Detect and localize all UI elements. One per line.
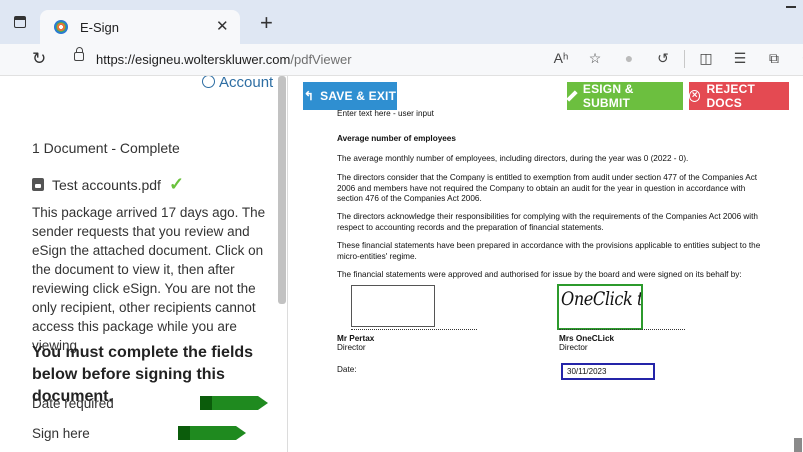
required-field-sign[interactable]: Sign here	[32, 426, 90, 441]
document-status: 1 Document - Complete	[32, 140, 180, 156]
reject-docs-button[interactable]: × REJECT DOCS	[689, 82, 789, 110]
sidebar-scrollbar[interactable]	[278, 76, 286, 304]
favorite-star-icon[interactable]: ☆	[578, 50, 612, 68]
split-screen-icon[interactable]: ◫	[689, 50, 723, 68]
favorites-icon[interactable]: ☰	[723, 50, 757, 68]
checkmark-icon: ✓	[168, 174, 185, 194]
flag-tip	[258, 396, 268, 410]
tab-title: E-Sign	[80, 20, 120, 35]
avg-employees-heading: Average number of employees	[337, 134, 456, 143]
save-exit-button[interactable]: ↰ SAVE & EXIT	[303, 82, 397, 110]
responsibility-paragraph: The directors acknowledge their responsi…	[337, 212, 758, 232]
minimize-window-icon[interactable]	[786, 6, 796, 8]
sign-here-flag-icon[interactable]	[178, 426, 248, 440]
esign-submit-button[interactable]: ESIGN & SUBMIT	[567, 82, 683, 110]
reject-docs-label: REJECT DOCS	[706, 82, 755, 110]
date-required-flag-icon[interactable]	[200, 396, 270, 410]
exemption-paragraph: The directors consider that the Company …	[337, 173, 758, 203]
field-label: Date required	[32, 396, 114, 411]
exit-arrow-icon: ↰	[303, 89, 315, 103]
account-label: Account	[219, 76, 274, 91]
tab-actions-icon[interactable]	[14, 16, 26, 28]
browser-tab-bar: E-Sign ✕ +	[0, 0, 803, 44]
account-link[interactable]: Account	[202, 76, 273, 91]
save-exit-label: SAVE & EXIT	[320, 89, 397, 103]
refresh-icon[interactable]: ↻	[32, 49, 46, 69]
new-tab-icon[interactable]: +	[260, 10, 273, 36]
package-info-text: This package arrived 17 days ago. The se…	[32, 205, 266, 353]
date-label: Date:	[337, 365, 357, 374]
signature-text: OneClick test	[561, 288, 643, 310]
pdf-file-icon	[32, 178, 44, 191]
document-file-link[interactable]: Test accounts.pdf ✓	[32, 174, 184, 195]
collections-icon[interactable]: ⧉	[757, 50, 791, 68]
required-field-date[interactable]: Date required	[32, 396, 114, 411]
field-label: Sign here	[32, 426, 90, 441]
flag-marker	[178, 426, 190, 440]
browser-tab[interactable]: E-Sign ✕	[40, 10, 240, 44]
toolbar-divider	[684, 50, 685, 68]
url-path: /pdfViewer	[290, 52, 352, 67]
package-sidebar: Account 1 Document - Complete Test accou…	[0, 76, 288, 452]
tab-close-icon[interactable]: ✕	[216, 17, 229, 35]
address-bar: ↻ https://esigneu.wolterskluwer.com/pdfV…	[0, 44, 803, 76]
signature-box-director2[interactable]: OneClick test	[557, 284, 643, 330]
copilot-icon[interactable]: ↺	[646, 50, 680, 68]
file-name: Test accounts.pdf	[52, 176, 161, 193]
viewer-scrollbar[interactable]	[794, 438, 802, 452]
browser-toolbar-icons: Aʰ ☆ ● ↺ ◫ ☰ ⧉ ⚇	[544, 50, 803, 68]
esign-submit-label: ESIGN & SUBMIT	[582, 82, 634, 110]
avg-employees-text: The average monthly number of employees,…	[337, 154, 689, 163]
lock-icon[interactable]	[74, 47, 84, 61]
extension-icon[interactable]: ●	[612, 50, 646, 68]
flag-tip	[236, 426, 246, 440]
url-field[interactable]: https://esigneu.wolterskluwer.com/pdfVie…	[96, 52, 352, 67]
signature-line	[351, 329, 477, 330]
esign-favicon-icon	[54, 20, 68, 34]
signature-box-director1[interactable]	[351, 285, 435, 327]
signature-line	[559, 329, 685, 330]
approval-paragraph: The financial statements were approved a…	[337, 270, 742, 279]
director2-role: Director	[559, 343, 588, 352]
flag-marker	[200, 396, 212, 410]
micro-entities-paragraph: These financial statements have been pre…	[337, 241, 761, 261]
pdf-viewer: ormation Enter text here - user input Av…	[289, 76, 803, 452]
url-host: https://esigneu.wolterskluwer.com	[96, 52, 291, 67]
pencil-icon	[567, 91, 577, 101]
read-aloud-icon[interactable]: Aʰ	[544, 50, 578, 68]
text-input-field[interactable]: Enter text here - user input	[337, 109, 767, 120]
person-icon	[202, 76, 215, 88]
profile-icon[interactable]: ⚇	[791, 50, 803, 68]
circle-x-icon: ×	[689, 90, 701, 102]
date-input[interactable]: 30/11/2023	[561, 363, 655, 380]
